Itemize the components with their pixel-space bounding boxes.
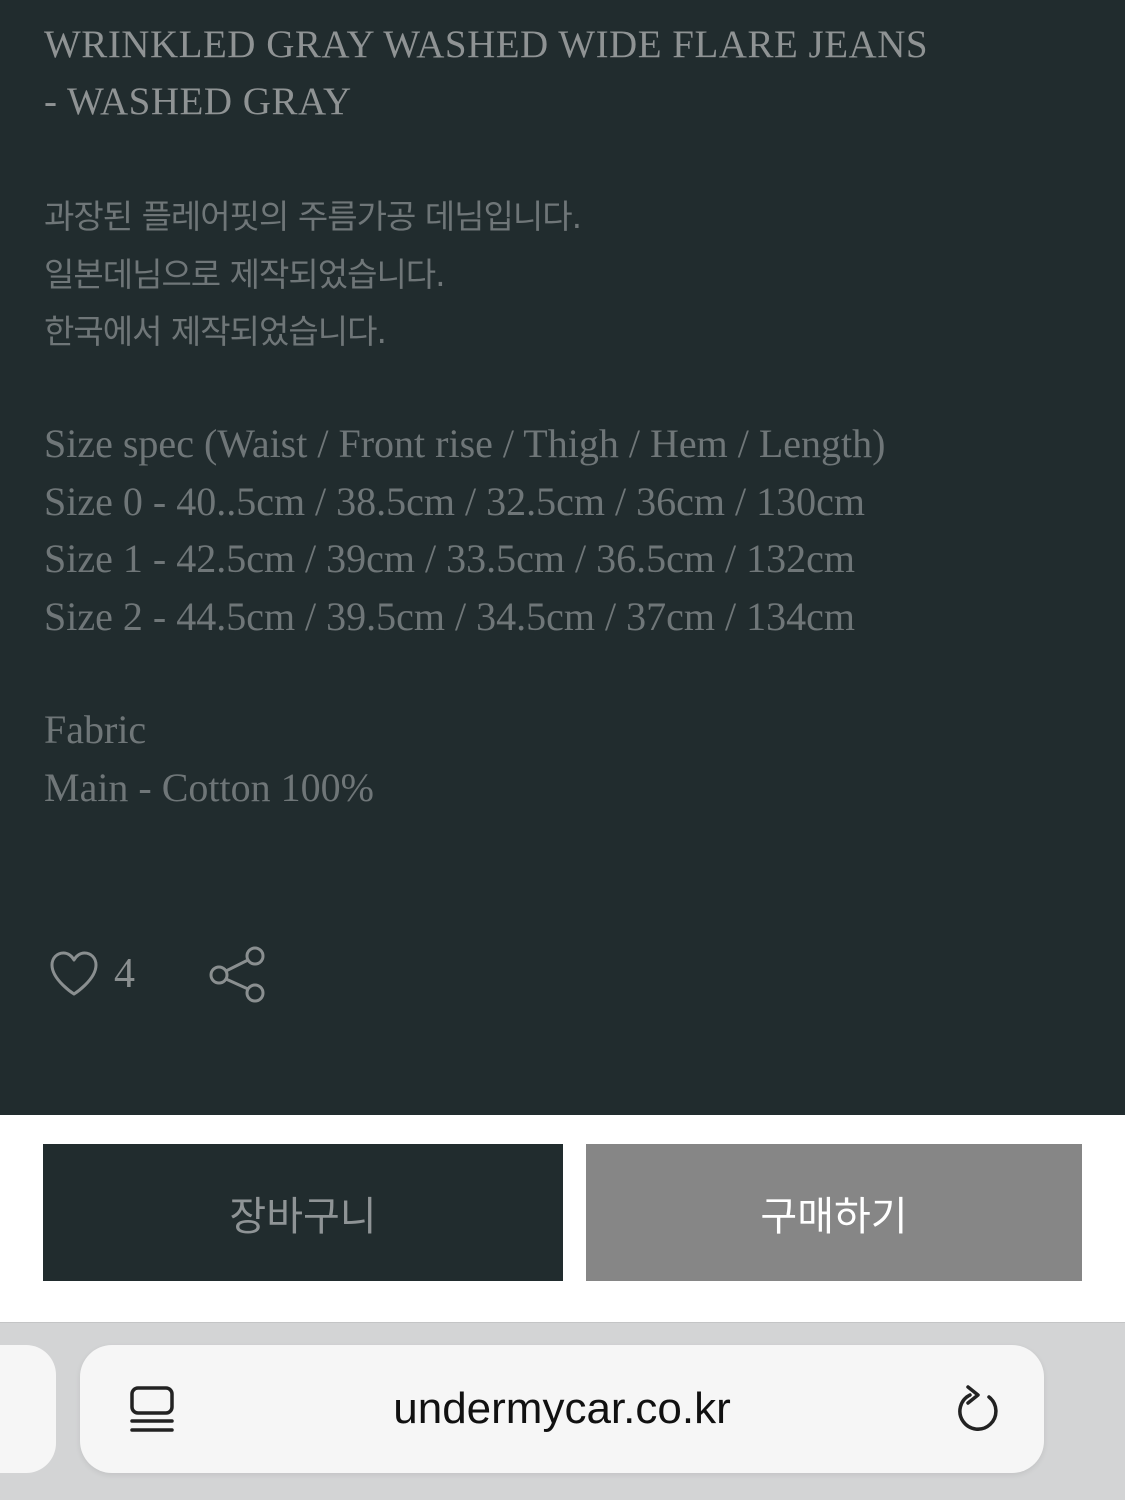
product-description: 과장된 플레어핏의 주름가공 데님입니다. 일본데님으로 제작되었습니다. 한국… — [44, 188, 1084, 361]
size-spec: Size spec (Waist / Front rise / Thigh / … — [44, 415, 1104, 645]
size-spec-header: Size spec (Waist / Front rise / Thigh / … — [44, 421, 886, 466]
product-title-line: WRINKLED GRAY WASHED WIDE FLARE JEANS — [44, 23, 929, 66]
fabric-value: Main - Cotton 100% — [44, 764, 374, 810]
browser-toolbar: undermycar.co.kr — [0, 1322, 1125, 1500]
description-line: 한국에서 제작되었습니다. — [44, 312, 387, 351]
description-line: 일본데님으로 제작되었습니다. — [44, 254, 446, 294]
previous-tab[interactable] — [0, 1345, 56, 1473]
product-detail-panel: WRINKLED GRAY WASHED WIDE FLARE JEANS - … — [0, 0, 1125, 1115]
size-spec-row: Size 1 - 42.5cm / 39cm / 33.5cm / 36.5cm… — [44, 536, 855, 581]
product-title: WRINKLED GRAY WASHED WIDE FLARE JEANS - … — [44, 16, 1084, 130]
product-title-line: - WASHED GRAY — [44, 80, 352, 123]
purchase-bar: 장바구니 구매하기 — [0, 1115, 1125, 1322]
share-icon — [207, 944, 267, 1004]
address-bar[interactable]: undermycar.co.kr — [80, 1345, 1044, 1473]
like-count: 4 — [114, 951, 135, 997]
add-to-cart-button[interactable]: 장바구니 — [43, 1144, 563, 1281]
url-text[interactable]: undermycar.co.kr — [80, 1381, 1044, 1437]
buy-now-button[interactable]: 구매하기 — [586, 1144, 1082, 1281]
heart-outline-icon — [48, 950, 100, 998]
share-button[interactable] — [207, 944, 267, 1004]
like-button[interactable]: 4 — [48, 942, 135, 1006]
fabric-info: Fabric Main - Cotton 100% — [44, 701, 1084, 816]
size-spec-row: Size 0 - 40..5cm / 38.5cm / 32.5cm / 36c… — [44, 478, 865, 524]
fabric-label: Fabric — [44, 707, 147, 752]
description-line: 과장된 플레어핏의 주름가공 데님입니다. — [44, 197, 582, 236]
size-spec-row: Size 2 - 44.5cm / 39.5cm / 34.5cm / 37cm… — [44, 593, 855, 639]
reload-icon[interactable] — [954, 1383, 1004, 1437]
product-actions: 4 — [48, 942, 267, 1006]
